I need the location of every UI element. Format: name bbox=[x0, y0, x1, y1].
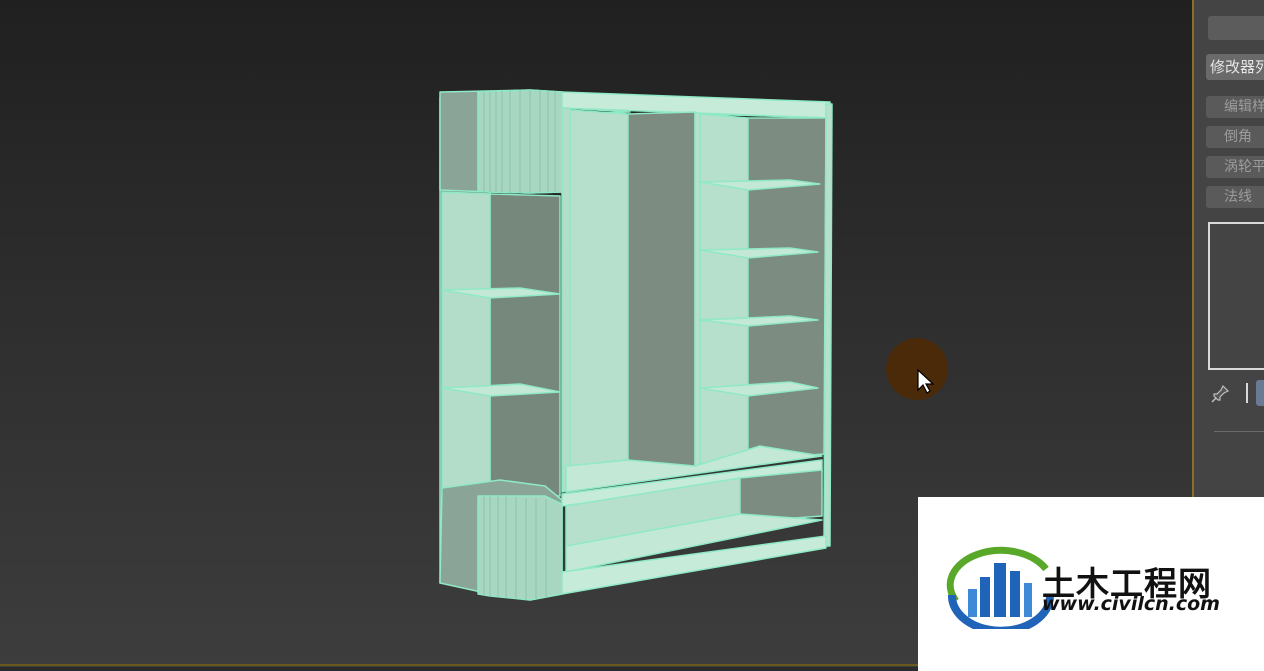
chamfer-button[interactable]: 倒角 bbox=[1206, 126, 1264, 148]
normal-button[interactable]: 法线 bbox=[1206, 186, 1264, 208]
watermark: 土木工程网 www.civilcn.com bbox=[918, 497, 1264, 671]
right-side-panel bbox=[823, 103, 833, 547]
wardrobe-back-panel bbox=[627, 111, 696, 471]
show-end-result-icon[interactable] bbox=[1246, 383, 1248, 403]
modifier-stack[interactable] bbox=[1208, 222, 1264, 370]
wardrobe-left-inner bbox=[569, 109, 629, 477]
right-column-back bbox=[747, 117, 827, 461]
watermark-url: www.civilcn.com bbox=[1042, 593, 1220, 615]
pin-stack-icon[interactable] bbox=[1210, 384, 1230, 404]
civilcn-logo-icon bbox=[946, 546, 1054, 629]
wardrobe-side-panel bbox=[561, 107, 571, 493]
edit-spline-button[interactable]: 编辑样条线 bbox=[1206, 96, 1264, 118]
modifier-list-dropdown[interactable]: 修改器列表 bbox=[1206, 54, 1264, 80]
object-name-field[interactable] bbox=[1208, 16, 1264, 40]
right-column-inner bbox=[699, 113, 749, 471]
turbosmooth-button[interactable]: 涡轮平滑 bbox=[1206, 156, 1264, 178]
mouse-cursor-icon bbox=[917, 368, 935, 394]
panel-divider bbox=[1214, 431, 1264, 432]
left-shelf-back bbox=[489, 193, 561, 497]
configure-modifier-button[interactable] bbox=[1256, 380, 1264, 406]
